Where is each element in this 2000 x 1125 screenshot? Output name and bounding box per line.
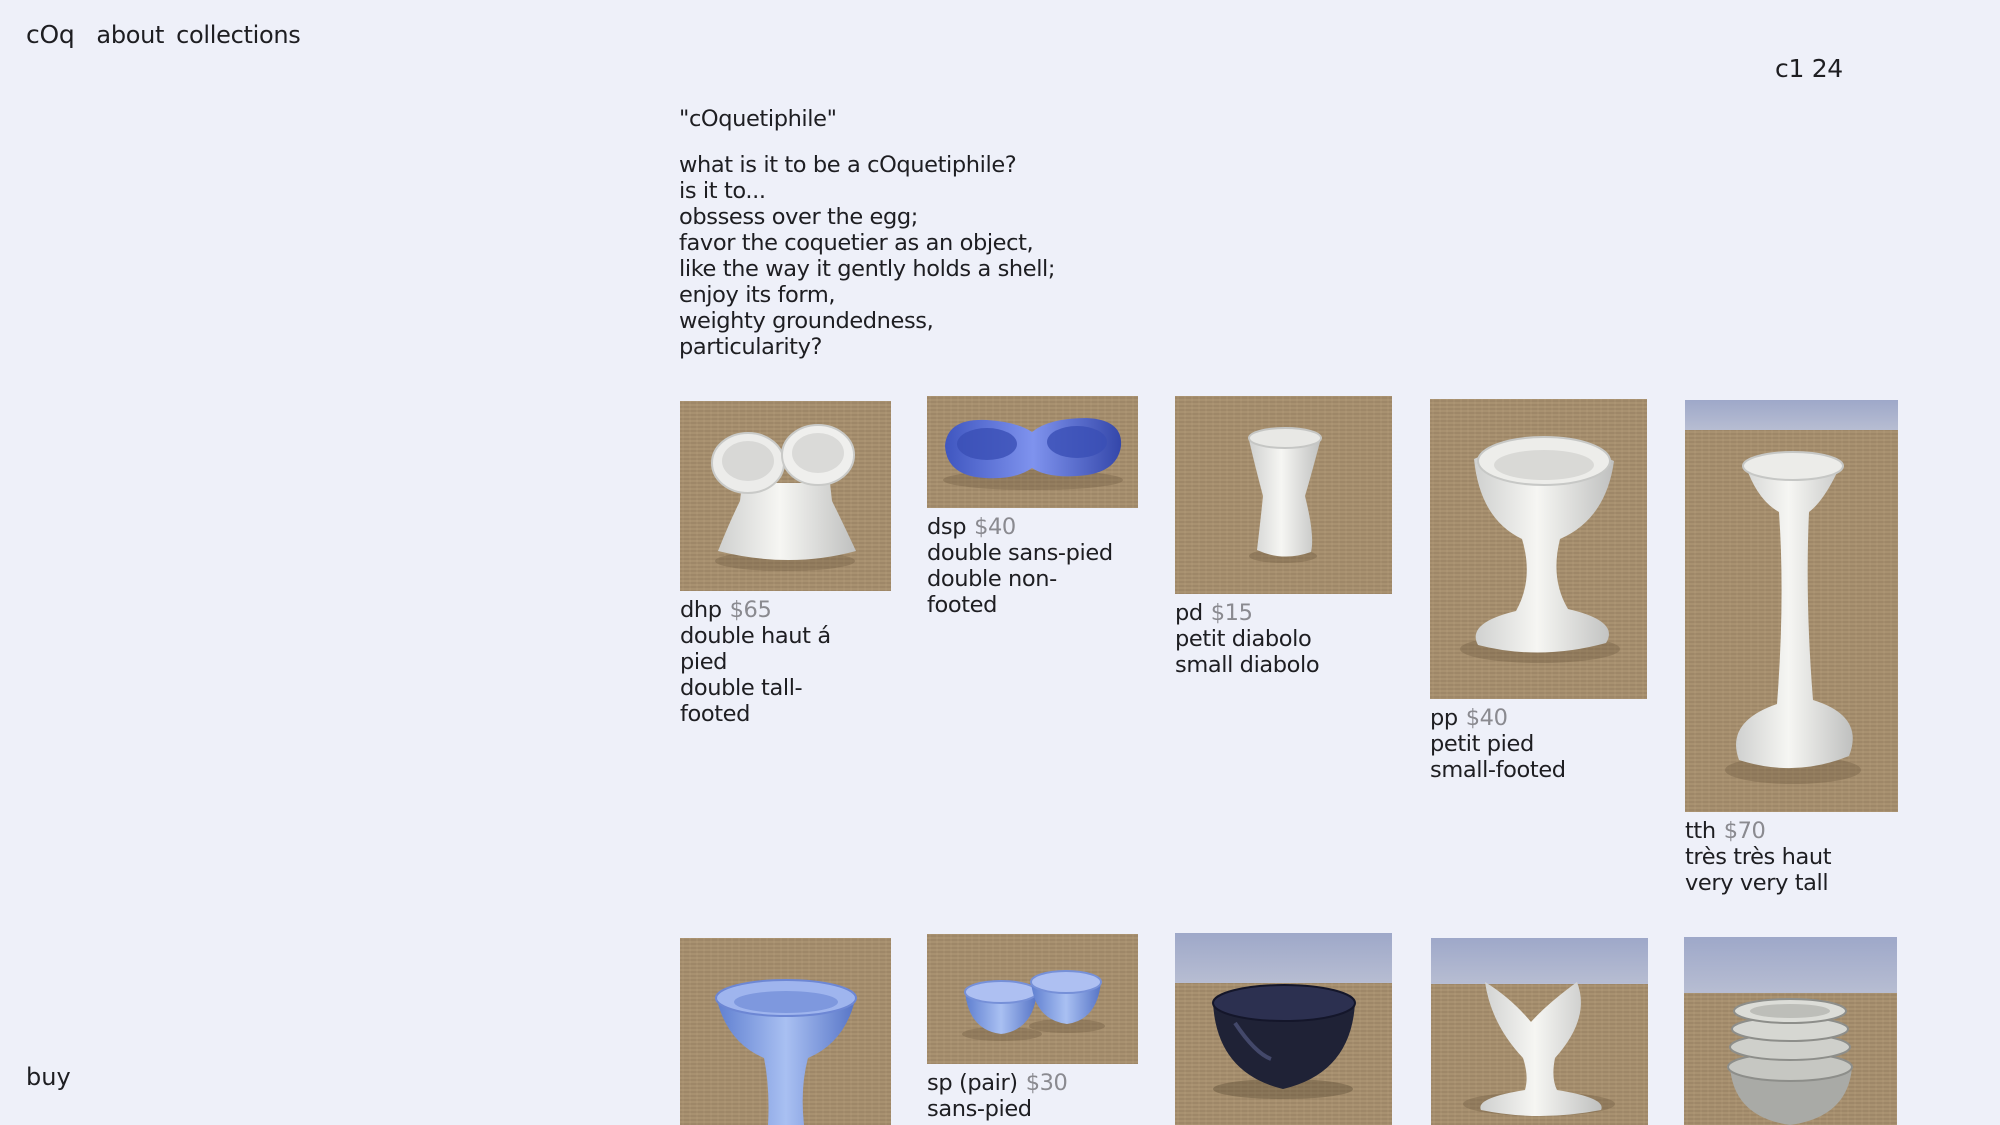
product-card[interactable] [1431,938,1648,1125]
product-code: pd [1175,600,1203,626]
product-card-pp[interactable]: pp $40 petit pied small-footed [1430,399,1647,783]
intro-line: favor the coquetier as an object, [679,230,1034,256]
product-code: tth [1685,818,1716,844]
product-caption: tth $70 très très haut very very tall [1685,818,1898,896]
product-photo[interactable] [1684,937,1897,1125]
intro-line: obssess over the egg; [679,204,918,230]
site-logo[interactable]: cOq [26,20,75,49]
intro-line: is it to... [679,178,766,204]
product-desc: footed [680,701,750,727]
product-photo[interactable] [680,938,891,1125]
product-code: dsp [927,514,967,540]
product-code: sp (pair) [927,1070,1018,1096]
intro-text: "cOquetiphile" what is it to be a cOquet… [679,106,1239,360]
product-card[interactable] [1684,937,1897,1125]
product-desc: footed [927,592,997,618]
product-photo[interactable] [680,401,891,591]
intro-line: enjoy its form, [679,282,836,308]
intro-line: like the way it gently holds a shell; [679,256,1056,282]
product-desc: small-footed [1430,757,1566,783]
top-nav: cOq about collections [26,20,313,49]
buy-link[interactable]: buy [26,1063,71,1091]
product-caption: pd $15 petit diabolo small diabolo [1175,600,1392,678]
product-price: $15 [1210,600,1253,626]
intro-line: what is it to be a cOquetiphile? [679,152,1017,178]
product-desc: pied [680,649,728,675]
nav-about-link[interactable]: about [96,21,164,49]
product-photo[interactable] [1175,933,1392,1125]
product-card[interactable] [680,938,891,1125]
product-price: $40 [974,514,1016,540]
product-code: pp [1430,705,1458,731]
product-card-tth[interactable]: tth $70 très très haut very very tall [1685,400,1898,896]
product-desc: double tall- [680,675,803,701]
product-card-sp[interactable]: sp (pair) $30 sans-pied [927,934,1138,1122]
product-desc: petit diabolo [1175,626,1312,652]
product-price: $40 [1465,705,1508,731]
product-card[interactable] [1175,933,1392,1125]
product-desc: petit pied [1430,731,1534,757]
intro-line: weighty groundedness, [679,308,934,334]
product-caption: dsp $40 double sans-pied double non- foot… [927,514,1138,618]
nav-collections-link[interactable]: collections [176,21,301,49]
product-desc: sans-pied [927,1096,1032,1122]
product-card-pd[interactable]: pd $15 petit diabolo small diabolo [1175,396,1392,678]
product-desc: small diabolo [1175,652,1320,678]
product-caption: dhp $65 double haut á pied double tall- f… [680,597,891,727]
product-photo[interactable] [1431,938,1648,1125]
product-card-dsp[interactable]: dsp $40 double sans-pied double non- foot… [927,396,1138,618]
collection-label: c1 24 [1775,54,1843,83]
intro-line: particularity? [679,334,823,360]
product-desc: très très haut [1685,844,1832,870]
product-price: $70 [1723,818,1766,844]
product-price: $30 [1025,1070,1068,1096]
product-photo[interactable] [1175,396,1392,594]
product-card-dhp[interactable]: dhp $65 double haut á pied double tall- f… [680,401,891,727]
product-photo[interactable] [927,934,1138,1064]
product-caption: sp (pair) $30 sans-pied [927,1070,1138,1122]
product-desc: double sans-pied [927,540,1113,566]
product-photo[interactable] [927,396,1138,508]
product-photo[interactable] [1430,399,1647,699]
product-photo[interactable] [1685,400,1898,812]
product-desc: very very tall [1685,870,1829,896]
product-caption: pp $40 petit pied small-footed [1430,705,1647,783]
product-desc: double non- [927,566,1057,592]
product-code: dhp [680,597,722,623]
product-price: $65 [729,597,772,623]
intro-title: "cOquetiphile" [679,106,837,132]
product-desc: double haut á [680,623,831,649]
